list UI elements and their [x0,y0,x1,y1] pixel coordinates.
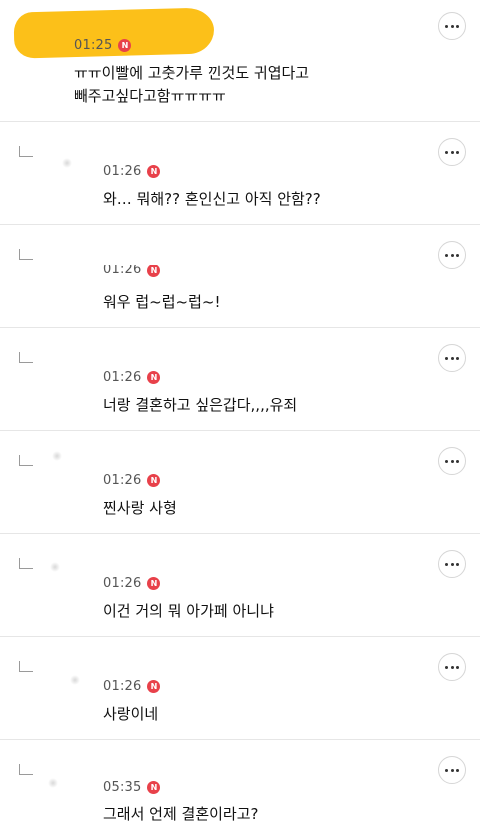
comment-text-line: 빼주고싶다고함ㅠㅠㅠㅠ [74,87,226,105]
comment-time: 01:26 [103,370,142,385]
comment-time: 01:26 [103,576,142,591]
more-options-button[interactable] [438,241,466,269]
avatar [62,158,72,168]
new-badge-icon: N [147,577,161,590]
comment-text: 그래서 언제 결혼이라고? [103,805,259,823]
reply-item: 01:26 N 사랑이네 [0,637,480,740]
comment-meta: 01:26 N [103,576,161,591]
reply-arrow-icon [19,146,33,157]
avatar [52,451,62,461]
more-dots-icon [445,665,459,669]
more-options-button[interactable] [438,756,466,784]
comment-meta: 01:26 N [103,265,161,277]
more-dots-icon [445,253,459,257]
new-badge-icon: N [147,265,161,277]
reply-item: 01:26 N 와… 뭐해?? 혼인신고 아직 안함?? [0,122,480,225]
comment-meta: 01:25 N [74,38,132,53]
new-badge-icon: N [147,680,161,693]
more-options-button[interactable] [438,550,466,578]
reply-arrow-icon [19,455,33,466]
more-dots-icon [445,459,459,463]
avatar [50,562,60,572]
more-dots-icon [445,356,459,360]
comment-text: 너랑 결혼하고 싶은갑다,,,,유죄 [103,396,298,414]
comment-meta: 01:26 N [103,164,161,179]
reply-item: 05:35 N 그래서 언제 결혼이라고? [0,740,480,830]
more-options-button[interactable] [438,344,466,372]
comment-meta: 01:26 N [103,370,161,385]
comment-text-line: ㅠㅠ이빨에 고춧가루 낀것도 귀엽다고 [74,64,310,82]
comment-text: 이건 거의 뭐 아가페 아니냐 [103,602,274,620]
reply-item: 01:26 N 너랑 결혼하고 싶은갑다,,,,유죄 [0,328,480,431]
comment-meta: 01:26 N [103,473,161,488]
reply-arrow-icon [19,352,33,363]
reply-arrow-icon [19,661,33,672]
more-dots-icon [445,24,459,28]
comment-text: 와… 뭐해?? 혼인신고 아직 안함?? [103,190,321,208]
comment-time: 05:35 [103,780,142,795]
comment-time: 01:26 [103,265,142,277]
reply-item: 01:26 N 찐사랑 사형 [0,431,480,534]
comment-text: ㅠㅠ이빨에 고춧가루 낀것도 귀엽다고 빼주고싶다고함ㅠㅠㅠㅠ [74,62,309,108]
comment-text: 워우 럽~럽~럽~! [103,293,221,311]
reply-item: 01:26 N 워우 럽~럽~럽~! [0,225,480,328]
avatar [48,778,58,788]
comment-time: 01:25 [74,38,113,53]
new-badge-icon: N [147,371,161,384]
more-dots-icon [445,562,459,566]
comment-time: 01:26 [103,164,142,179]
comment-item: 01:25 N ㅠㅠ이빨에 고춧가루 낀것도 귀엽다고 빼주고싶다고함ㅠㅠㅠㅠ [0,0,480,122]
more-options-button[interactable] [438,653,466,681]
more-options-button[interactable] [438,447,466,475]
more-dots-icon [445,150,459,154]
new-badge-icon: N [147,165,161,178]
comment-meta: 05:35 N [103,780,161,795]
reply-arrow-icon [19,764,33,775]
reply-item: 01:26 N 이건 거의 뭐 아가페 아니냐 [0,534,480,637]
reply-arrow-icon [19,249,33,260]
more-options-button[interactable] [438,138,466,166]
comment-time: 01:26 [103,473,142,488]
comment-meta: 01:26 N [103,679,161,694]
new-badge-icon: N [118,39,132,52]
new-badge-icon: N [147,474,161,487]
comment-time: 01:26 [103,679,142,694]
reply-arrow-icon [19,558,33,569]
comment-text: 사랑이네 [103,705,159,723]
more-dots-icon [445,768,459,772]
avatar [70,675,80,685]
new-badge-icon: N [147,781,161,794]
more-options-button[interactable] [438,12,466,40]
comment-text: 찐사랑 사형 [103,499,177,517]
